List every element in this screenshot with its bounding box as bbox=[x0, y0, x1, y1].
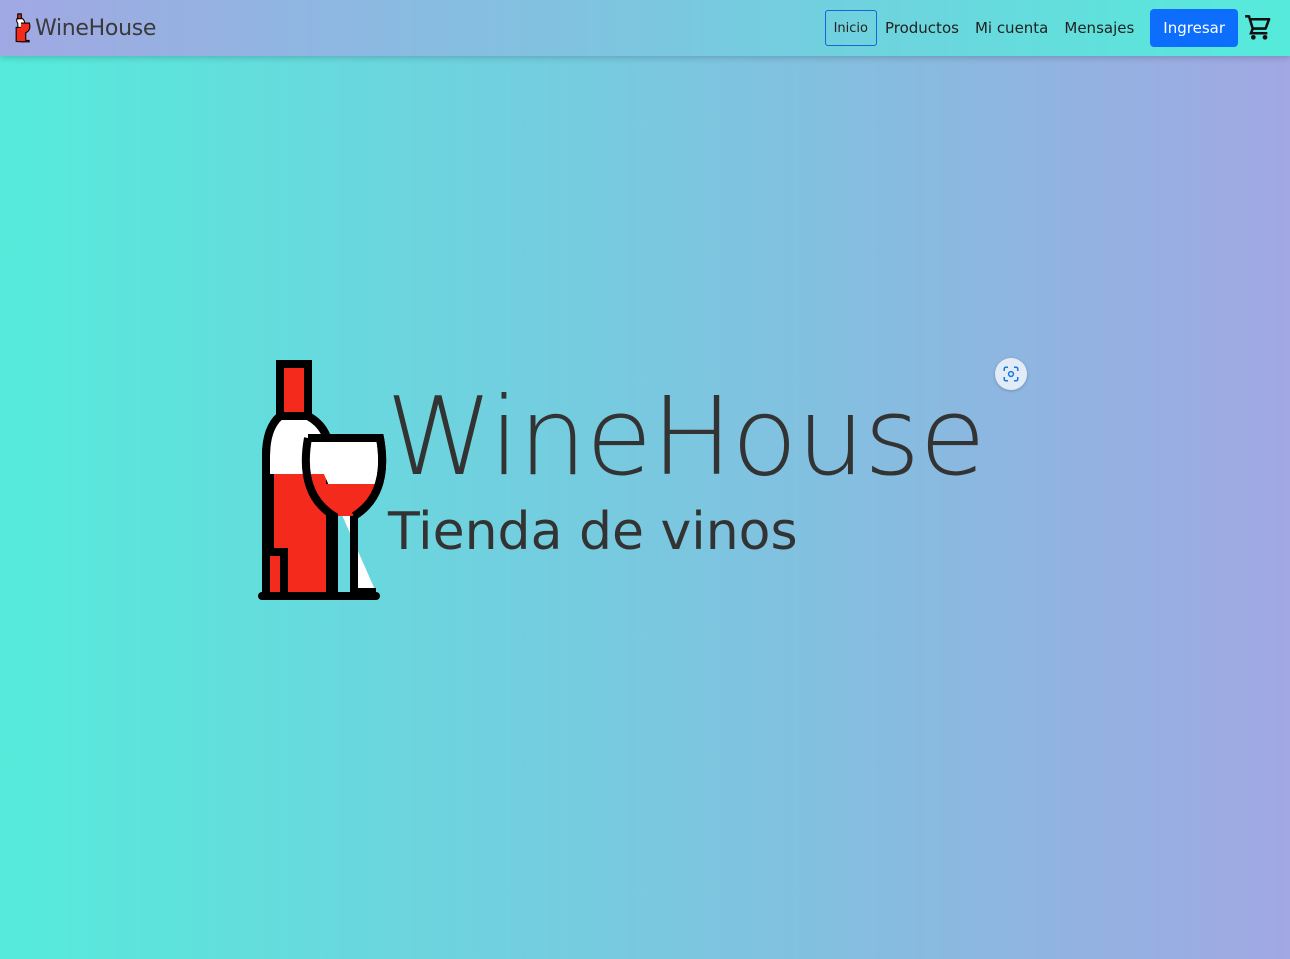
brand-link[interactable]: WineHouse bbox=[14, 12, 156, 44]
cart-icon[interactable] bbox=[1244, 14, 1272, 42]
brand-name: WineHouse bbox=[35, 15, 157, 41]
wine-bottle-glass-icon bbox=[258, 360, 387, 600]
hero-title: WineHouse bbox=[386, 375, 986, 500]
hero-logo: WineHouse Tienda de vinos bbox=[258, 356, 1048, 606]
nav-item-mi-cuenta[interactable]: Mi cuenta bbox=[967, 10, 1056, 46]
navbar: WineHouse Inicio Productos Mi cuenta Men… bbox=[0, 0, 1290, 56]
wine-bottle-glass-icon bbox=[15, 13, 31, 43]
nav-item-inicio[interactable]: Inicio bbox=[824, 10, 877, 46]
nav-item-mensajes[interactable]: Mensajes bbox=[1056, 10, 1142, 46]
hero-subtitle: Tienda de vinos bbox=[388, 502, 798, 562]
nav-item-productos[interactable]: Productos bbox=[877, 10, 967, 46]
visual-search-icon[interactable] bbox=[995, 358, 1027, 390]
login-button[interactable]: Ingresar bbox=[1150, 9, 1238, 47]
nav-menu: Inicio Productos Mi cuenta Mensajes Ingr… bbox=[824, 0, 1290, 56]
